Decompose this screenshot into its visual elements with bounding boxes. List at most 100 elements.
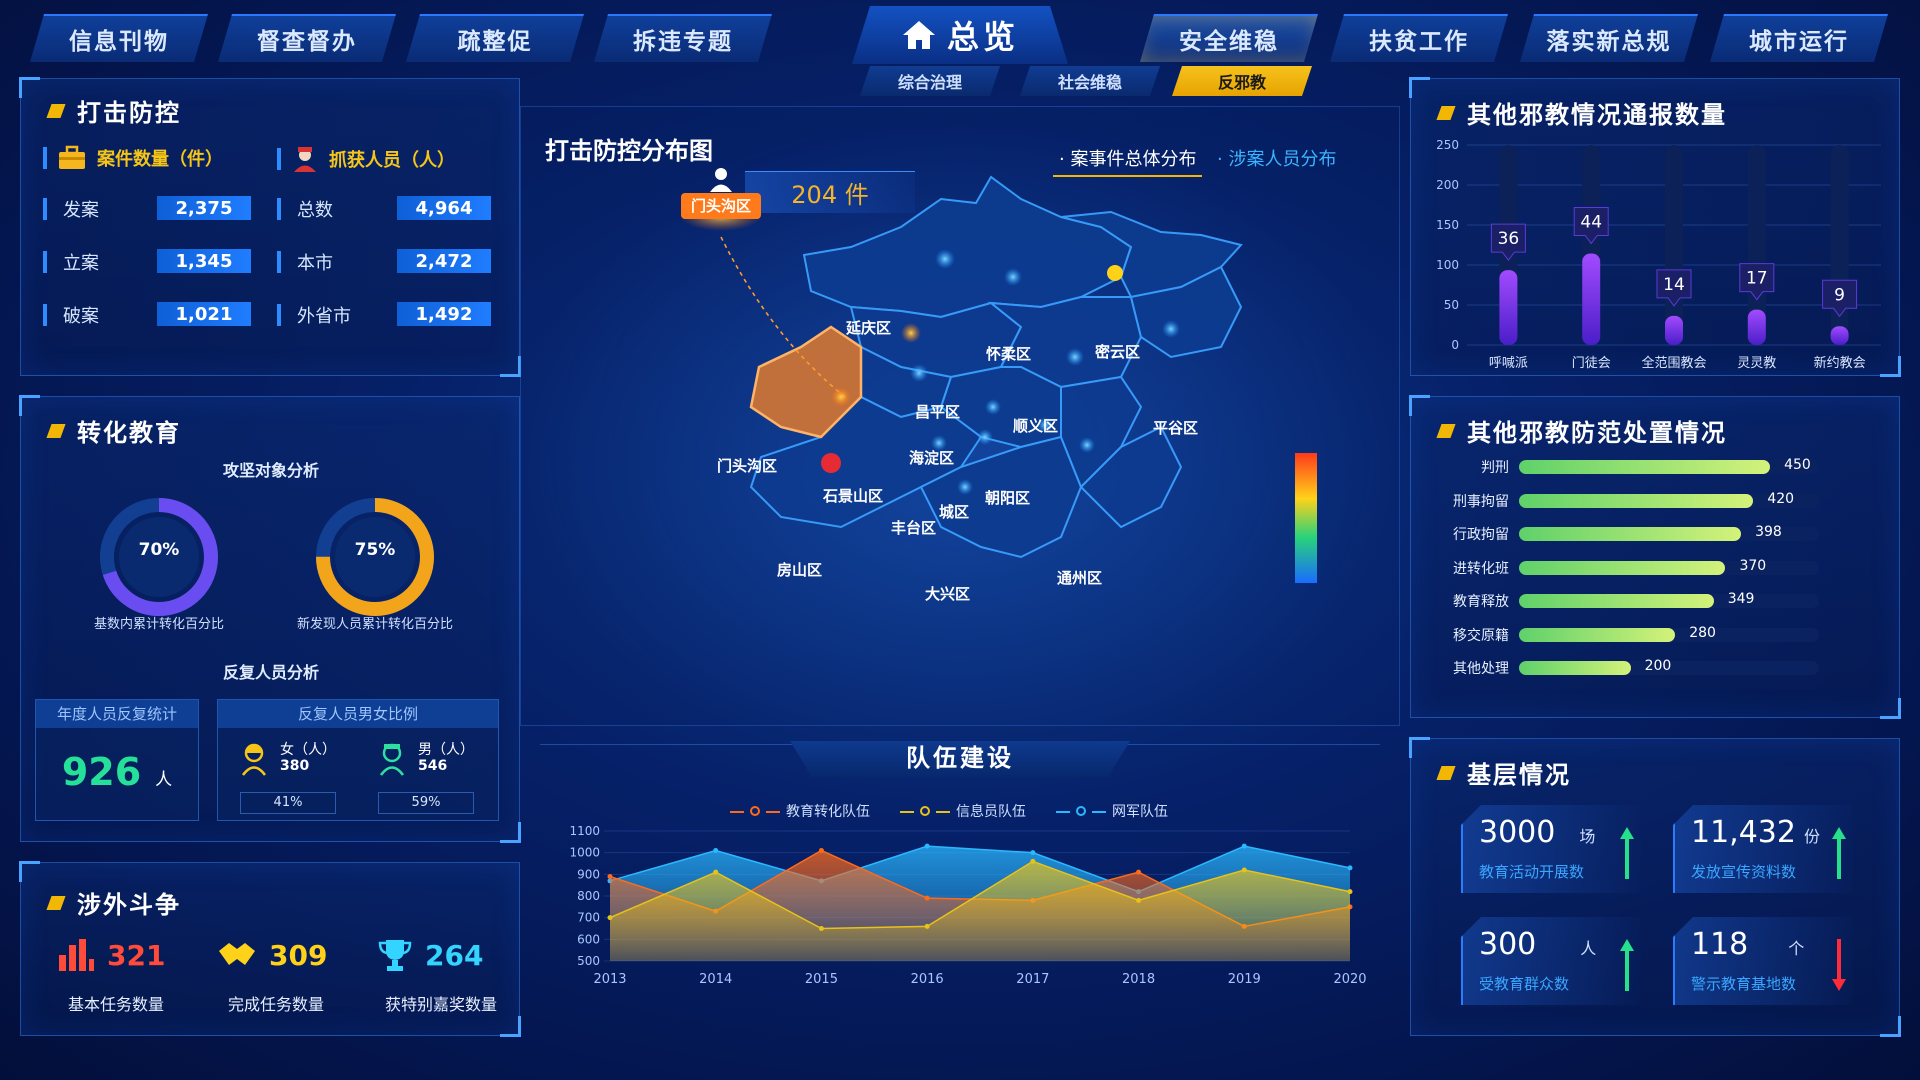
card-label: 受教育群众数 [1479,975,1570,993]
subnav-comprehensive[interactable]: 综合治理 [860,66,1000,96]
cult-handling-title: 其他邪教防范处置情况 [1436,413,1727,448]
nav-tab-supervision[interactable]: 督查督办 [218,14,396,62]
series-point[interactable] [924,923,930,929]
y-tick-label: 700 [577,911,600,925]
strike-panel: 打击防控 案件数量（件） 抓获人员（人） 发案 2,375 立案 1,345 破… [19,77,521,377]
hbar-fill[interactable] [1519,594,1714,608]
bar[interactable] [1665,315,1683,345]
annual-value: 926 [61,750,142,794]
legend-color-scale [1295,453,1317,583]
bar[interactable] [1499,270,1518,345]
hbar-track: 420 [1519,491,1819,508]
series-point[interactable] [1030,850,1036,856]
district-label[interactable]: 密云区 [1095,341,1140,362]
nav-tab-city-ops[interactable]: 城市运行 [1710,14,1888,62]
nav-tab-renovation[interactable]: 疏整促 [406,14,584,62]
subnav-stability[interactable]: 社会维稳 [1020,66,1160,96]
bar[interactable] [1582,253,1601,345]
district-label[interactable]: 城区 [939,501,969,522]
series-point[interactable] [607,874,613,879]
series-point[interactable] [607,915,613,921]
person-pin-icon [710,168,732,192]
series-point[interactable] [1347,889,1353,895]
bar-value-label: 44 [1580,212,1602,232]
hbar-label: 判刑 [1481,460,1509,476]
district-label[interactable]: 平谷区 [1153,417,1198,438]
cases-value: 1,021 [157,302,251,326]
series-point[interactable] [818,848,824,853]
district-label[interactable]: 延庆区 [846,317,891,338]
grassroots-panel: 基层情况 3000 场 教育活动开展数 11,432 份 发放宣传资料数 300 人 … [1409,737,1901,1037]
hbar-fill[interactable] [1519,661,1631,675]
cult-handling-hbar-chart: 判刑 450 刑事拘留 420 行政拘留 398 进转化班 370 教育释放 349 移交原籍 280… [1411,455,1901,705]
x-tick-label: 2019 [1228,972,1261,987]
map-hotspot-blue [910,364,928,382]
y-tick-label: 800 [577,889,600,903]
trend-up-icon [1832,827,1846,879]
nav-tab-poverty[interactable]: 扶贫工作 [1330,14,1508,62]
team-legend: 教育转化队伍 信息员队伍 网军队伍 [730,801,1168,821]
home-icon [901,19,937,51]
district-label[interactable]: 丰台区 [891,517,936,538]
card-value: 300 [1479,927,1537,962]
nav-home-tab[interactable]: 总览 [852,6,1068,64]
series-point[interactable] [713,848,719,853]
series-point[interactable] [713,869,719,875]
hbar-track: 200 [1519,658,1819,675]
legend-item: 教育转化队伍 [730,801,870,821]
hbar-value: 349 [1727,591,1755,607]
annual-box: 年度人员反复统计 926 人 [35,699,199,821]
hbar-track: 349 [1519,591,1819,608]
nav-tab-security[interactable]: 安全维稳 [1140,14,1318,62]
hbar-fill[interactable] [1519,627,1676,642]
district-label[interactable]: 海淀区 [909,447,954,468]
district-label[interactable]: 大兴区 [925,583,970,604]
series-point[interactable] [1347,865,1353,871]
series-point[interactable] [924,843,930,849]
district-label[interactable]: 昌平区 [915,401,960,422]
y-tick-label: 250 [1436,138,1459,152]
card-unit: 个 [1788,939,1805,958]
hbar-fill[interactable] [1519,493,1754,508]
series-point[interactable] [1241,843,1247,849]
district-label[interactable]: 朝阳区 [985,487,1030,508]
transform-panel: 转化教育 攻坚对象分析 70% 基数内累计转化百分比 75% 新发现人员累计转化… [19,395,521,843]
series-point[interactable] [924,895,930,901]
completed-task-stat: 309 [217,937,327,973]
arrest-value: 4,964 [397,196,491,220]
series-point[interactable] [818,926,824,931]
district-label[interactable]: 门头沟区 [717,455,777,476]
female-icon [241,743,267,776]
bar-chart-icon [59,939,94,971]
nav-tab-publications[interactable]: 信息刊物 [30,14,208,62]
hbar-fill[interactable] [1519,527,1742,541]
hbar-fill[interactable] [1519,460,1771,474]
hbar-track: 370 [1519,558,1819,575]
cases-row: 发案 [43,196,99,222]
bar[interactable] [1830,326,1849,345]
bar[interactable] [1747,309,1766,345]
briefcase-icon [59,145,85,169]
district-label[interactable]: 房山区 [777,559,822,580]
district-label[interactable]: 怀柔区 [986,343,1031,364]
card-unit: 场 [1579,827,1596,846]
district-label[interactable]: 石景山区 [823,485,883,506]
hbar-fill[interactable] [1519,560,1726,575]
legend-item: 信息员队伍 [900,801,1026,821]
card-value: 118 [1691,927,1749,962]
series-point[interactable] [1136,897,1142,903]
district-label[interactable]: 通州区 [1057,567,1102,588]
card-value: 3000 [1479,815,1556,850]
x-tick-label: 2014 [699,972,732,987]
nav-tab-master-plan[interactable]: 落实新总规 [1520,14,1698,62]
subnav-anti-cult[interactable]: 反邪教 [1172,66,1312,96]
district-label[interactable]: 顺义区 [1013,415,1058,436]
x-tick-label: 灵灵教 [1737,355,1776,371]
series-point[interactable] [1241,867,1247,873]
x-tick-label: 全范围教会 [1641,355,1706,371]
card-unit: 份 [1803,827,1820,846]
series-point[interactable] [1136,869,1142,875]
nav-tab-demolition[interactable]: 拆违专题 [594,14,772,62]
award-label: 获特别嘉奖数量 [384,995,497,1014]
series-point[interactable] [1030,858,1036,864]
